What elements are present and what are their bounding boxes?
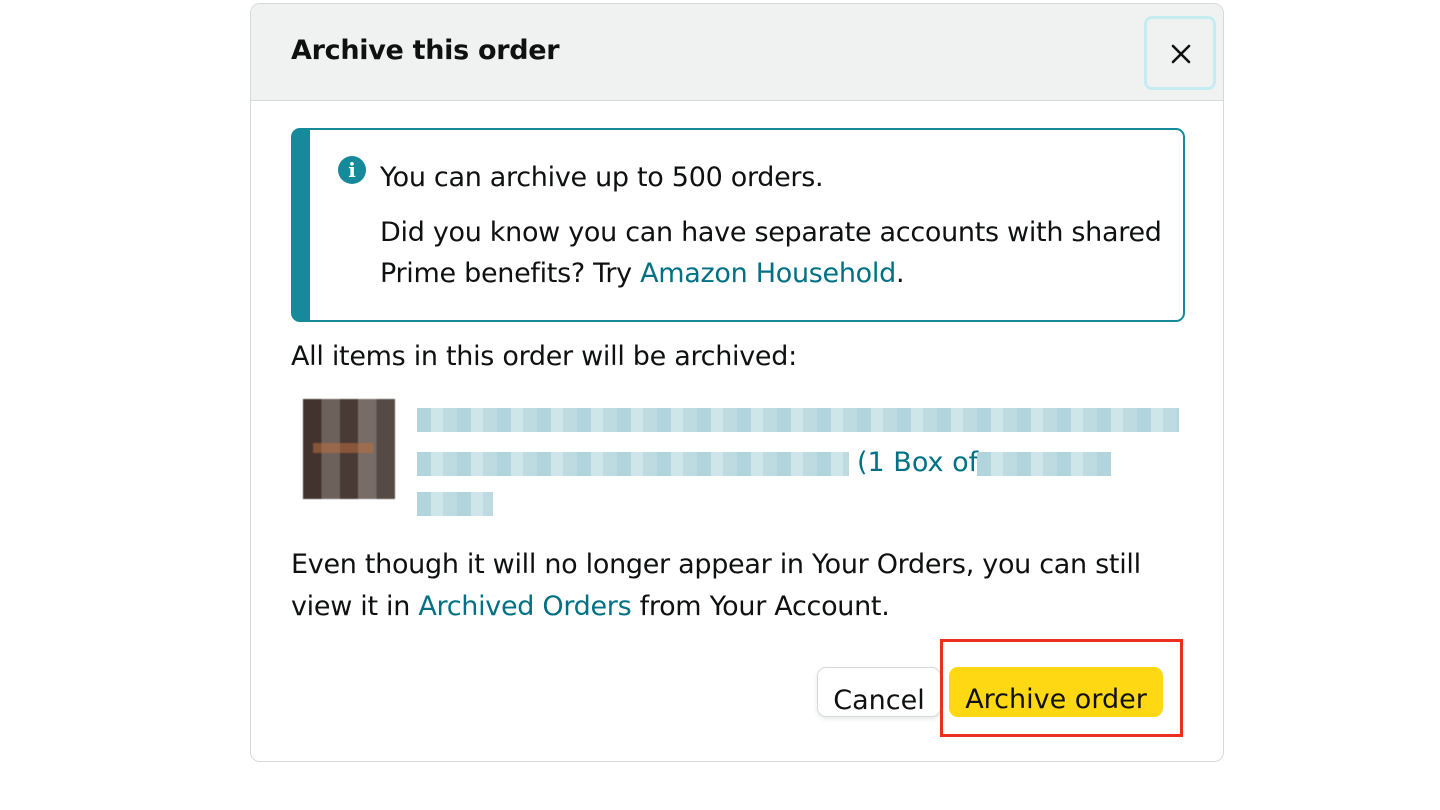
household-promo-suffix: . [895,258,905,289]
items-heading: All items in this order will be archived… [291,341,797,372]
archive-note-suffix: from Your Account. [631,591,890,622]
dialog-header: Archive this order [251,4,1223,101]
archived-orders-link[interactable]: Archived Orders [418,591,631,622]
blurred-title-line [977,452,1111,476]
dialog-title: Archive this order [291,35,560,66]
blurred-title-line [417,408,1179,432]
archive-limit-text: You can archive up to 500 orders. [380,162,824,193]
blurred-title-line [417,452,849,476]
product-title-fragment: (1 Box of [857,447,979,478]
household-promo-text: Did you know you can have separate accou… [380,212,1180,294]
product-title-link[interactable]: (1 Box of [417,406,1187,526]
product-thumbnail[interactable] [303,399,395,499]
cancel-button[interactable]: Cancel [817,667,941,717]
archive-order-button[interactable]: Archive order [949,667,1163,717]
amazon-household-link[interactable]: Amazon Household [640,258,896,289]
archive-order-dialog: Archive this order i You can archive up … [250,3,1224,762]
info-icon: i [338,156,366,184]
close-button[interactable] [1144,16,1216,90]
blurred-title-line [417,492,493,516]
archive-note: Even though it will no longer appear in … [291,544,1171,628]
close-x-icon [1171,44,1191,64]
info-alert: i You can archive up to 500 orders. Did … [291,128,1185,322]
